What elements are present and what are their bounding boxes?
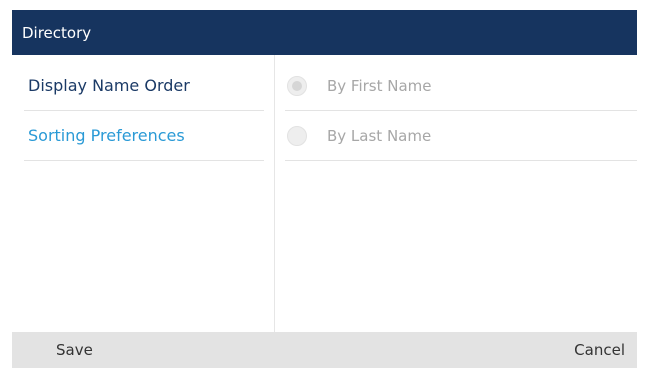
menu-item-label: Display Name Order (28, 76, 190, 95)
cancel-label: Cancel (574, 341, 625, 359)
option-by-last-name[interactable]: By Last Name (285, 111, 637, 161)
menu-item-sorting-preferences[interactable]: Sorting Preferences (24, 111, 264, 161)
menu-item-label: Sorting Preferences (28, 126, 185, 145)
radio-button[interactable] (287, 125, 307, 146)
directory-screen: Directory Display Name Order Sorting Pre… (0, 0, 649, 368)
title-bar: Directory (12, 10, 637, 55)
option-label: By First Name (327, 76, 432, 95)
options-panel: By First Name By Last Name (275, 55, 637, 332)
settings-menu: Display Name Order Sorting Preferences (12, 55, 274, 332)
menu-item-display-name-order[interactable]: Display Name Order (24, 61, 264, 111)
save-label: Save (56, 341, 93, 359)
save-button[interactable]: Save (56, 332, 93, 368)
softkey-bar: Save Cancel (12, 332, 637, 368)
radio-button[interactable] (287, 75, 307, 96)
option-by-first-name[interactable]: By First Name (285, 61, 637, 111)
cancel-button[interactable]: Cancel (574, 332, 625, 368)
option-label: By Last Name (327, 126, 432, 145)
page-title: Directory (22, 23, 92, 42)
radio-checked-dot (292, 80, 302, 91)
